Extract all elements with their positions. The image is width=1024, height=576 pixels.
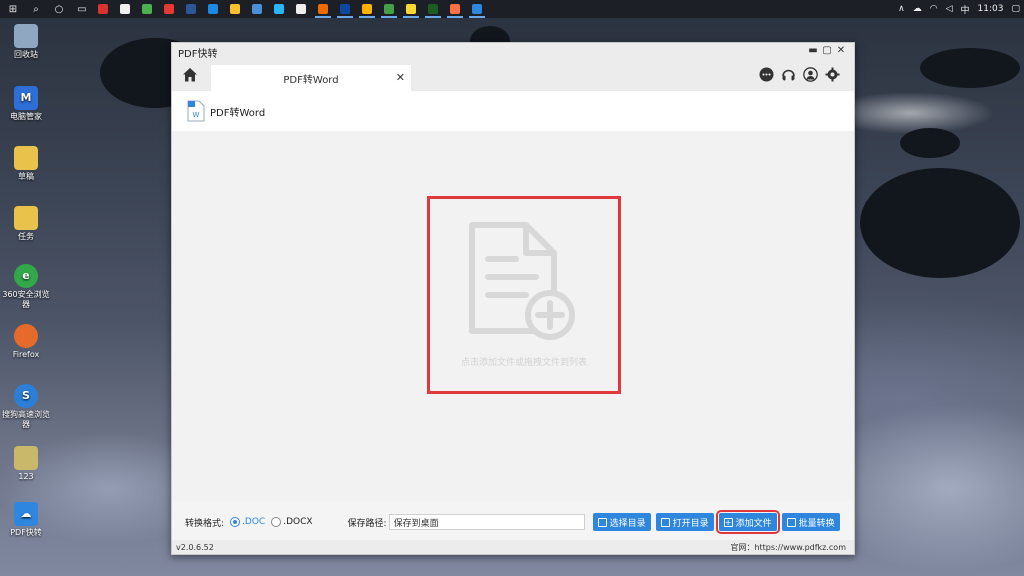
pdf-to-word-icon: W [187, 100, 205, 122]
format-label: 转换格式: [185, 518, 225, 529]
360-browser-icon: e [14, 264, 38, 288]
cloud-icon[interactable]: ☁ [913, 4, 922, 14]
window-controls: ▬ ▢ ✕ [806, 45, 848, 56]
clock[interactable]: 11:03 [978, 4, 1004, 14]
file-list-area[interactable]: 点击添加文件或拖拽文件到列表 [172, 131, 854, 501]
tray-expand-icon[interactable]: ∧ [898, 4, 905, 14]
qq-icon[interactable] [296, 4, 306, 14]
headset-icon[interactable] [781, 67, 796, 82]
taskbar-app-icon[interactable] [315, 4, 331, 18]
format-radio-docx[interactable]: .DOCX [271, 517, 313, 527]
radio-label: .DOC [242, 517, 266, 527]
firefox-icon[interactable] [447, 4, 463, 18]
dropzone-hint: 点击添加文件或拖拽文件到列表 [460, 358, 587, 368]
minimize-button[interactable]: ▬ [806, 45, 820, 56]
pdf-kuaizhuan-window: PDF快转 ▬ ▢ ✕ PDF转Word ✕ W PDF转Word 点击添加文件… [171, 42, 855, 555]
recycle-bin-icon [14, 24, 38, 48]
close-button[interactable]: ✕ [834, 45, 848, 56]
taskbar: ⊞ ⌕ ○ ▭ ∧ ☁ ◠ ◁ 中 11:03 ▢ [0, 0, 1024, 18]
wallpaper-rock [860, 168, 1020, 278]
sogou-browser-icon: S [14, 384, 38, 408]
desktop-icon-draft[interactable]: 草稿 [0, 146, 52, 182]
file-icon [14, 146, 38, 170]
taskbar-app-icon[interactable] [120, 4, 130, 14]
header-icons [752, 67, 840, 82]
system-tray: ∧ ☁ ◠ ◁ 中 11:03 ▢ [894, 0, 1024, 18]
folder-icon [660, 517, 670, 527]
windows-start-icon[interactable]: ⊞ [7, 3, 19, 15]
chat-icon[interactable] [759, 67, 774, 82]
radio-label: .DOCX [283, 517, 313, 527]
user-icon[interactable] [803, 67, 818, 82]
taskbar-app-icon[interactable] [98, 4, 108, 14]
add-document-icon [469, 222, 575, 340]
chrome-icon[interactable] [230, 4, 240, 14]
save-path-label: 保存路径: [347, 518, 387, 529]
pc-manager-icon: M [14, 86, 38, 110]
taskbar-app-icon[interactable] [142, 4, 152, 14]
save-path-input[interactable] [388, 514, 585, 530]
wifi-icon[interactable]: ◠ [930, 4, 938, 14]
file-icon [14, 446, 38, 470]
desktop-icon-firefox[interactable]: Firefox [0, 324, 52, 360]
desktop-icon-pdf-kuaizhuan[interactable]: ☁ PDF快转 [0, 502, 52, 538]
photoshop-icon[interactable] [337, 4, 353, 18]
bottom-toolbar: 转换格式: .DOC .DOCX 保存路径: 选择目录 打开目录 + 添加文件 … [172, 507, 854, 537]
desktop-icon-123[interactable]: 123 [0, 446, 52, 482]
window-title: PDF快转 [178, 48, 218, 60]
taskbar-app-icon[interactable] [252, 4, 262, 14]
desktop-icon-sogou-browser[interactable]: S 搜狗高速浏览器 [0, 384, 52, 430]
open-directory-button[interactable]: 打开目录 [655, 513, 714, 531]
add-file-button[interactable]: + 添加文件 [715, 510, 780, 534]
plus-icon: + [723, 517, 733, 527]
radio-dot[interactable] [230, 517, 241, 527]
taskbar-app-icon[interactable] [274, 4, 284, 14]
save-icon [597, 517, 607, 527]
task-view-icon[interactable]: ▭ [76, 3, 88, 15]
wechat-icon[interactable] [381, 4, 397, 18]
taskbar-app-icon[interactable] [186, 4, 196, 14]
choose-directory-button[interactable]: 选择目录 [592, 513, 651, 531]
search-icon[interactable]: ⌕ [30, 3, 42, 15]
taskbar-app-icon[interactable] [164, 4, 174, 14]
desktop-icon-360-browser[interactable]: e 360安全浏览器 [0, 264, 52, 310]
convert-icon [786, 517, 796, 527]
pdf-kuaizhuan-icon: ☁ [14, 502, 38, 526]
firefox-icon [14, 324, 38, 348]
tab-label: PDF转Word [283, 74, 339, 86]
batch-convert-button[interactable]: 批量转换 [781, 513, 840, 531]
desktop-icon-pc-manager[interactable]: M 电脑管家 [0, 86, 52, 122]
desktop-icon-task[interactable]: 任务 [0, 206, 52, 242]
function-title: PDF转Word [210, 107, 266, 119]
function-header: W PDF转Word [172, 91, 854, 131]
wallpaper-rock [900, 128, 960, 158]
version-text: v2.0.6.52 [176, 542, 214, 552]
svg-text:W: W [193, 111, 200, 119]
radio-dot[interactable] [271, 517, 282, 527]
tab-close-icon[interactable]: ✕ [396, 71, 405, 84]
website-link[interactable]: 官网：https://www.pdfkz.com [730, 542, 846, 553]
cortana-icon[interactable]: ○ [53, 3, 65, 15]
volume-icon[interactable]: ◁ [946, 4, 953, 14]
wallpaper-rock [920, 48, 1020, 88]
taskbar-app-icon[interactable] [359, 4, 375, 18]
pdf-kuaizhuan-taskbar-icon[interactable] [469, 4, 485, 18]
format-radio-doc[interactable]: .DOC [230, 517, 265, 527]
excel-icon[interactable] [425, 4, 441, 18]
gear-icon[interactable] [825, 67, 840, 82]
home-icon[interactable] [182, 67, 198, 83]
add-file-dropzone[interactable]: 点击添加文件或拖拽文件到列表 [427, 196, 621, 394]
maximize-button[interactable]: ▢ [820, 45, 834, 56]
notification-icon[interactable]: ▢ [1011, 4, 1020, 14]
tab-pdf-to-word[interactable]: PDF转Word ✕ [211, 65, 411, 91]
desktop-icon-recycle-bin[interactable]: 回收站 [0, 24, 52, 60]
tab-bar: PDF转Word ✕ [172, 61, 854, 91]
folder-icon[interactable] [403, 4, 419, 18]
file-icon [14, 206, 38, 230]
ime-indicator[interactable]: 中 [961, 3, 970, 16]
edge-icon[interactable] [208, 4, 218, 14]
status-bar: v2.0.6.52 官网：https://www.pdfkz.com [172, 540, 854, 554]
window-titlebar[interactable]: PDF快转 ▬ ▢ ✕ [172, 43, 854, 61]
